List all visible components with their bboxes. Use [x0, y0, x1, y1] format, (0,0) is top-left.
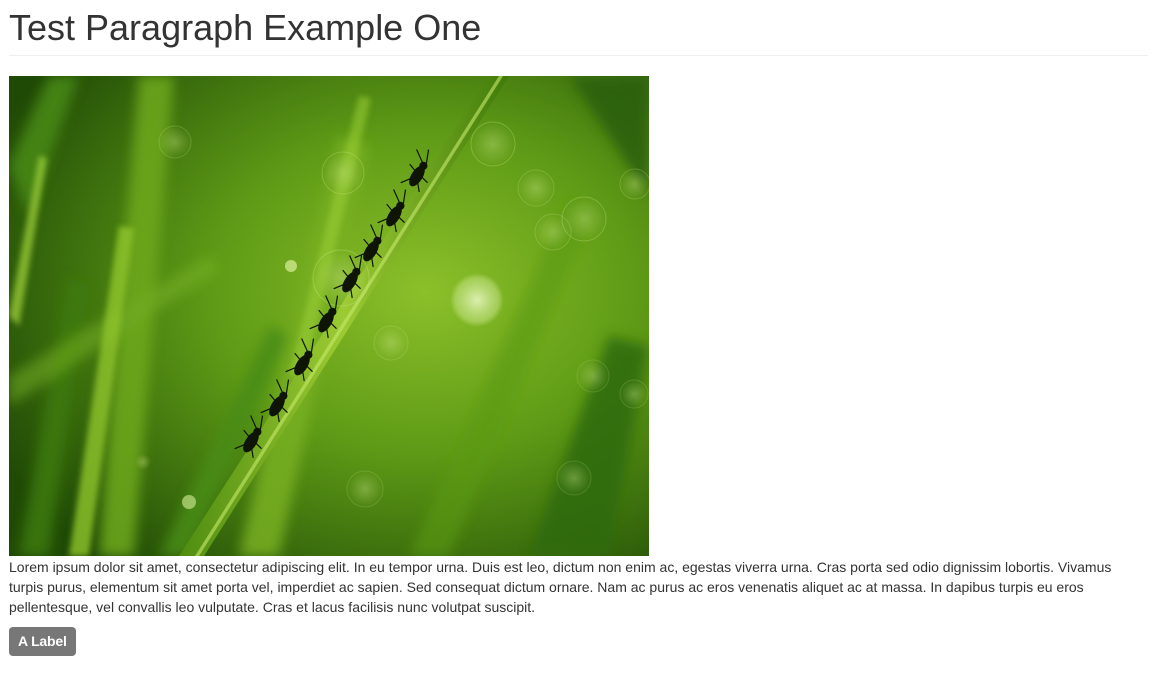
body-paragraph: Lorem ipsum dolor sit amet, consectetur … — [9, 559, 1112, 615]
page-title: Test Paragraph Example One — [9, 7, 482, 48]
label-badge: A Label — [9, 627, 76, 656]
page: Test Paragraph Example One Lorem ipsum d… — [0, 0, 1157, 676]
ants-on-grass-photo — [9, 76, 649, 556]
title-divider — [9, 55, 1148, 56]
